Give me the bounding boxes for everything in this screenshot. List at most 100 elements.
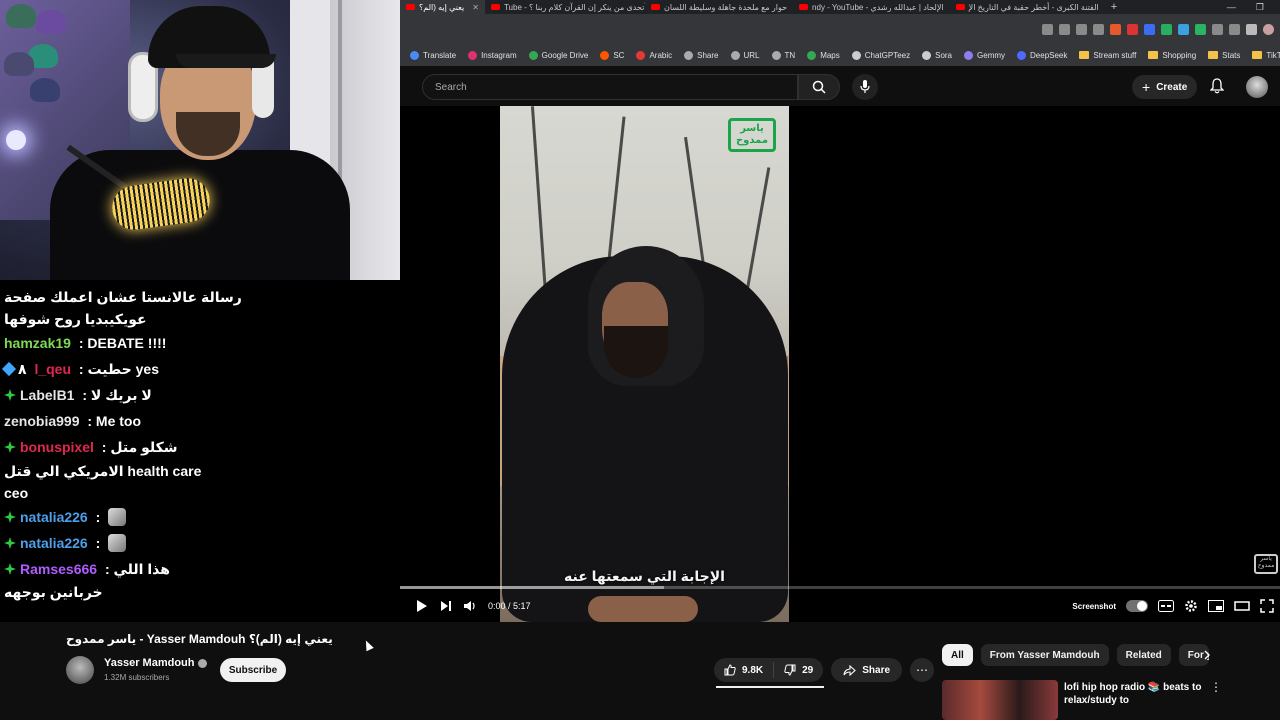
bookmark-favicon-icon bbox=[410, 50, 419, 60]
bookmark-item[interactable]: Share bbox=[684, 50, 719, 60]
cast-icon[interactable] bbox=[1042, 23, 1053, 35]
chat-username[interactable]: bonuspixel bbox=[20, 436, 94, 458]
chat-username[interactable]: natalia226 bbox=[20, 506, 88, 528]
cam-cap-brim bbox=[176, 54, 276, 68]
bookmark-item[interactable]: URL bbox=[730, 50, 760, 60]
miniplayer-icon[interactable] bbox=[1208, 600, 1224, 612]
bookmark-item[interactable]: Instagram bbox=[468, 50, 517, 60]
more-horizontal-icon: ⋯ bbox=[916, 663, 929, 677]
browser-tab-label: ndy - YouTube - الإلحاد | عبدالله رشدي bbox=[812, 2, 944, 12]
next-button[interactable] bbox=[434, 594, 458, 618]
channel-avatar[interactable] bbox=[66, 656, 94, 684]
video-player[interactable]: ياسر ممدوح الإجابة التي سمعتها عنه ياسر … bbox=[400, 106, 1280, 622]
extension-icon[interactable] bbox=[1144, 23, 1155, 35]
brave-shield-icon[interactable] bbox=[1110, 23, 1121, 35]
chat-username[interactable]: hamzak19 bbox=[4, 332, 71, 354]
bookmark-item[interactable]: Sora bbox=[922, 50, 952, 60]
bookmark-item[interactable]: Stats bbox=[1208, 51, 1240, 60]
more-vertical-icon[interactable]: ⋮ bbox=[1210, 680, 1222, 694]
bookmark-item[interactable]: DeepSeek bbox=[1017, 50, 1067, 60]
subscribe-button[interactable]: Subscribe bbox=[220, 658, 286, 682]
bookmarks-bar: Translate Instagram Google Drive SC Arabic Sh… bbox=[400, 44, 1280, 66]
extension-icon[interactable] bbox=[1161, 23, 1172, 35]
bookmark-favicon-icon bbox=[600, 50, 610, 60]
chat-message-text: الامريكي الي قتل health care bbox=[4, 463, 202, 479]
volume-button[interactable] bbox=[458, 594, 482, 618]
bell-icon[interactable] bbox=[1210, 78, 1224, 94]
bookmark-item[interactable]: Stream stuff bbox=[1079, 51, 1136, 60]
sidebar-icon[interactable] bbox=[1229, 23, 1240, 35]
browser-tab[interactable]: Tube - أتحدى من ينكر إن القرآن كلام ربنا… bbox=[485, 0, 645, 14]
cam-hat-decor bbox=[30, 78, 60, 102]
chat-username[interactable]: LabelB1 bbox=[20, 384, 74, 406]
search-button[interactable] bbox=[798, 74, 840, 100]
filter-chip[interactable]: Related bbox=[1116, 644, 1171, 666]
minimize-icon[interactable]: — bbox=[1227, 2, 1236, 13]
profile-icon[interactable] bbox=[1263, 23, 1274, 35]
search-icon bbox=[812, 80, 826, 94]
youtube-header: Search + Create bbox=[400, 66, 1280, 106]
browser-tab[interactable]: حوار مع ملحدة جاهلة وسليطة اللسان bbox=[645, 0, 793, 14]
bookmark-item[interactable]: Maps bbox=[807, 50, 840, 60]
voice-search-button[interactable] bbox=[852, 74, 878, 100]
extension-icon[interactable] bbox=[1195, 23, 1206, 35]
bookmark-item[interactable]: SC bbox=[600, 50, 624, 60]
chat-username[interactable]: ٨ bbox=[18, 358, 30, 380]
browser-tab[interactable]: يعني إيه (الم؟ ✕ bbox=[400, 0, 485, 14]
extension-icon[interactable] bbox=[1178, 23, 1189, 35]
recommended-title[interactable]: lofi hip hop radio 📚 beats to relax/stud… bbox=[1064, 681, 1204, 707]
close-icon[interactable]: ✕ bbox=[472, 3, 479, 12]
theater-icon[interactable] bbox=[1234, 601, 1250, 611]
chevron-right-icon[interactable] bbox=[1198, 646, 1216, 664]
puzzle-icon[interactable] bbox=[1212, 23, 1223, 35]
bookmark-item[interactable]: TikTok bbox=[1252, 51, 1280, 60]
dislike-button[interactable]: 29 bbox=[774, 664, 823, 676]
share-page-icon[interactable] bbox=[1076, 23, 1087, 35]
fullscreen-icon[interactable] bbox=[1260, 599, 1274, 613]
share-button[interactable]: Share bbox=[831, 658, 903, 682]
music-icon[interactable] bbox=[1246, 23, 1257, 35]
video-frame[interactable]: ياسر ممدوح الإجابة التي سمعتها عنه bbox=[500, 106, 789, 622]
watermark-logo: ياسر ممدوح bbox=[1254, 554, 1278, 574]
chat-username[interactable]: Ramses666 bbox=[20, 558, 97, 580]
bookmark-item[interactable]: Gemmy bbox=[964, 50, 1005, 60]
account-avatar[interactable] bbox=[1246, 76, 1268, 98]
bookmark-item[interactable]: TN bbox=[771, 50, 796, 60]
chat-message: عويكيبديا روح شوفها bbox=[4, 308, 396, 330]
restore-icon[interactable]: ❐ bbox=[1256, 2, 1264, 13]
filter-chip[interactable]: From Yasser Mamdouh bbox=[980, 644, 1109, 666]
recommended-thumbnail[interactable] bbox=[942, 680, 1058, 720]
bookmark-item[interactable]: Arabic bbox=[636, 50, 672, 60]
progress-bar[interactable] bbox=[400, 586, 1280, 589]
screenshot-toggle[interactable] bbox=[1126, 600, 1148, 612]
browser-tab[interactable]: الفتنة الكبرى - أخطر حقبة في التاريخ الإ bbox=[950, 0, 1105, 14]
chat-username[interactable]: natalia226 bbox=[20, 532, 88, 554]
browser-toolbar bbox=[400, 14, 1280, 44]
create-button[interactable]: + Create bbox=[1132, 75, 1198, 99]
extension-icon[interactable] bbox=[1127, 23, 1138, 35]
bookmark-item[interactable]: ChatGPTeez bbox=[851, 50, 910, 60]
channel-name[interactable]: Yasser Mamdouh bbox=[104, 657, 208, 669]
search-input[interactable]: Search bbox=[422, 74, 798, 100]
gear-icon[interactable] bbox=[1184, 599, 1198, 613]
zoom-icon[interactable] bbox=[1059, 23, 1070, 35]
play-button[interactable] bbox=[410, 594, 434, 618]
browser-tab[interactable]: ndy - YouTube - الإلحاد | عبدالله رشدي bbox=[793, 0, 950, 14]
channel-logo-text: ياسر ممدوح bbox=[735, 123, 769, 146]
more-actions-button[interactable]: ⋯ bbox=[910, 658, 935, 682]
captions-icon[interactable] bbox=[1158, 600, 1174, 612]
bookmark-item[interactable]: Google Drive bbox=[528, 50, 588, 60]
like-button[interactable]: 9.8K bbox=[714, 662, 775, 678]
chat-username[interactable]: zenobia999 bbox=[4, 410, 79, 432]
filter-chip[interactable]: All bbox=[942, 644, 973, 666]
thumbs-down-icon bbox=[784, 664, 796, 676]
bookmark-item[interactable]: Shopping bbox=[1148, 51, 1196, 60]
chat-message: Ramses666 : هذا اللي bbox=[4, 556, 396, 582]
bookmark-item[interactable]: Translate bbox=[410, 50, 456, 60]
bookmark-favicon-icon bbox=[684, 50, 694, 60]
new-tab-icon[interactable]: + bbox=[1111, 1, 1117, 13]
cam-ring-light bbox=[6, 130, 26, 150]
bookmark-star-icon[interactable] bbox=[1093, 23, 1104, 35]
subscriber-count: 1.32M subscribers bbox=[104, 673, 170, 682]
bookmark-label: TN bbox=[784, 50, 796, 60]
